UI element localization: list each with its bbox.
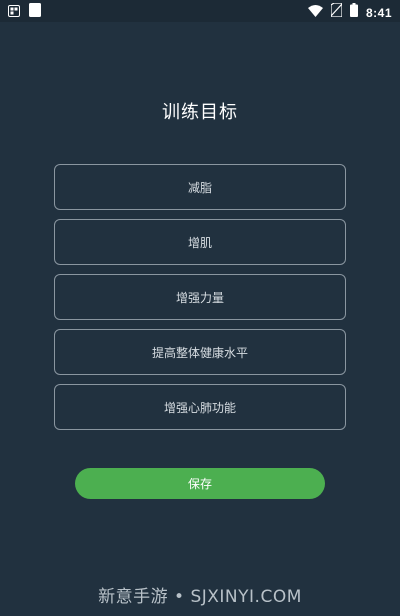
option-cardio[interactable]: 增强心肺功能	[54, 384, 346, 430]
option-overall-health[interactable]: 提高整体健康水平	[54, 329, 346, 375]
status-bar-time: 8:41	[365, 5, 392, 20]
option-label: 减脂	[187, 180, 212, 195]
page-title: 训练目标	[162, 102, 238, 123]
save-button[interactable]: 保存	[75, 468, 325, 499]
save-button-label: 保存	[187, 477, 212, 491]
wifi-icon	[307, 4, 323, 22]
clipboard-icon	[28, 3, 42, 22]
option-label: 增强力量	[175, 290, 224, 305]
notification-icon	[8, 4, 20, 22]
option-strength[interactable]: 增强力量	[54, 274, 346, 320]
option-label: 增强心肺功能	[163, 400, 236, 415]
status-bar-right: 8:41	[307, 2, 392, 22]
training-goal-options: 减脂 增肌 增强力量 提高整体健康水平 增强心肺功能	[54, 164, 346, 439]
status-bar-left	[8, 3, 42, 22]
option-muscle-gain[interactable]: 增肌	[54, 219, 346, 265]
no-sim-icon	[330, 2, 343, 22]
option-label: 提高整体健康水平	[151, 345, 248, 360]
watermark: 新意手游 • SJXINYI.COM	[98, 587, 302, 607]
option-label: 增肌	[187, 235, 212, 250]
battery-icon	[349, 3, 358, 22]
status-bar: 8:41	[0, 0, 400, 22]
option-fat-loss[interactable]: 减脂	[54, 164, 346, 210]
